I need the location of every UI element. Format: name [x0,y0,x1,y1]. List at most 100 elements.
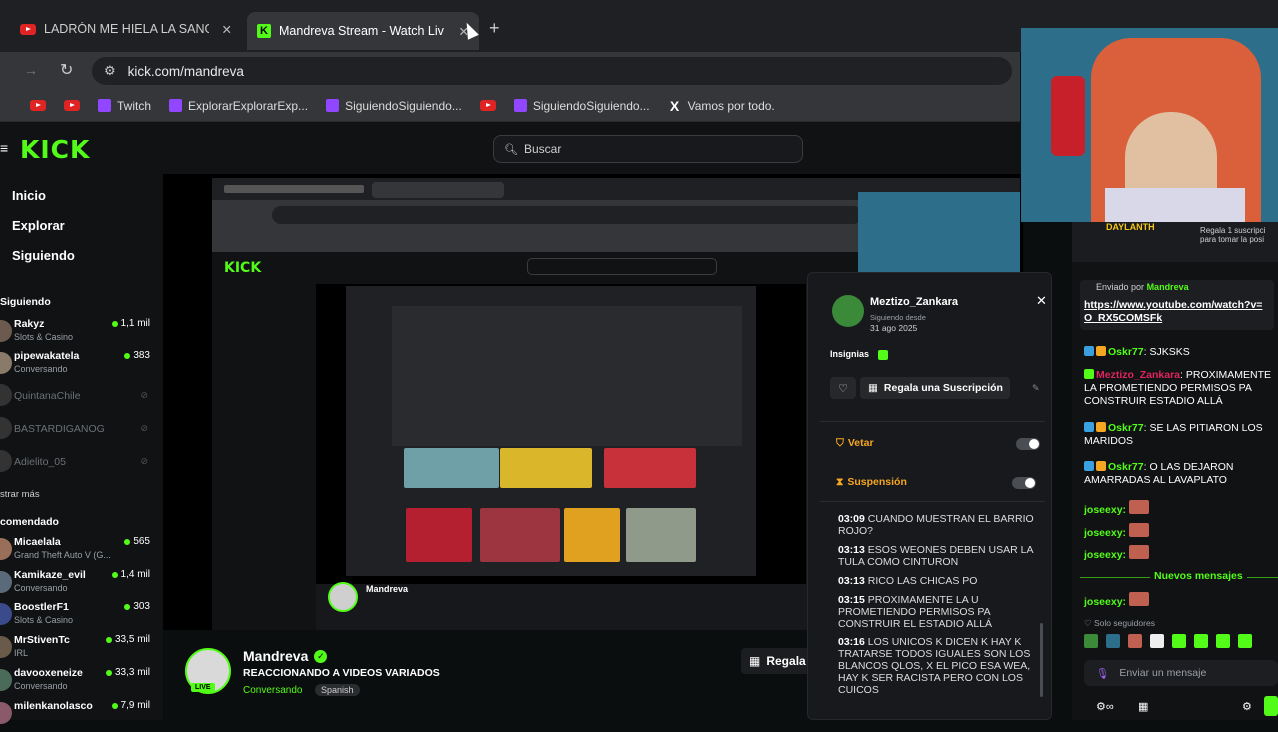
tab-label: LADRÓN ME HIELA LA SANGRE [44,22,209,36]
bookmarks-bar: Twitch ExplorarExplorarExp... SiguiendoS… [0,90,1020,122]
microphone [1051,76,1085,156]
close-icon[interactable]: ✕ [1036,293,1047,309]
stream-title: REACCIONANDO A VIDEOS VARIADOS [243,667,440,679]
sidebar-channel-offline[interactable]: QuintanaChile ⊘ [0,382,160,414]
car-thumbnail [406,508,472,562]
mod-icon[interactable]: ✎ [1032,383,1040,394]
nav-inicio[interactable]: Inicio [12,188,46,203]
nested-search [527,258,717,275]
emote-icon [1128,523,1149,537]
sidebar-channel-offline[interactable]: Adielito_05 ⊘ [0,448,160,480]
live-dot-icon [111,320,118,327]
live-badge: LIVE [191,683,215,692]
live-dot-icon [111,702,118,709]
emote-icon [1128,592,1149,606]
menu-icon[interactable]: ≡ [0,140,8,156]
points-icon[interactable]: ⚙∞ [1096,700,1114,713]
avatar [0,636,12,658]
vetar-toggle[interactable] [1016,438,1040,450]
scrollbar[interactable] [1040,623,1043,697]
kick-logo[interactable]: KICK [20,135,90,164]
suspension-toggle[interactable] [1012,477,1036,489]
offline-icon: ⊘ [140,390,148,400]
gift-icon[interactable]: ▦ [1138,700,1148,713]
youtube-bookmark-icon[interactable] [479,100,496,111]
heart-icon: ♡ [838,382,848,395]
stream-category[interactable]: Conversando [243,685,302,696]
sidebar-channel[interactable]: pipewakatela Conversando 383 [0,350,160,382]
bookmark-x[interactable]: X Vamos por todo. [668,97,775,114]
follow-heart-button[interactable]: ♡ [830,377,856,399]
divider [820,501,1045,502]
kick-header: ≡ KICK 🔍︎ Buscar [0,122,1020,174]
badge-icon [1096,461,1106,471]
tab-youtube[interactable]: LADRÓN ME HIELA LA SANGRE ✕ [10,14,242,44]
car-thumbnail [626,508,696,562]
avatar [0,571,12,593]
youtube-bookmark-icon[interactable] [30,100,46,111]
badge-icon [1084,346,1094,356]
nested-sidebar [212,284,316,630]
emote-icon [1194,634,1208,648]
chat-input[interactable]: 🎙︎ Enviar un mensaje [1084,660,1278,686]
badge-icon [1096,422,1106,432]
streamer-name[interactable]: Mandreva [243,648,308,664]
emote-bar[interactable] [1084,634,1278,652]
shield-icon: ⛉ [836,437,844,449]
live-dot-icon [105,636,112,643]
sidebar-channel[interactable]: davooxeneize Conversando 33,3 mil [0,667,160,699]
avatar [0,669,12,691]
jersey [1105,188,1245,222]
youtube-bookmark-icon[interactable] [64,100,80,111]
nav-explorar[interactable]: Explorar [12,218,65,233]
sidebar-channel[interactable]: BoostlerF1 Slots & Casino 303 [0,601,160,633]
car-thumbnail [604,448,696,488]
avatar [0,603,12,625]
badge-icon [878,350,888,360]
emote-icon [1128,634,1142,648]
sidebar-channel[interactable]: Rakyz Slots & Casino 1,1 mil [0,318,160,350]
nav-siguiendo[interactable]: Siguiendo [12,248,75,263]
vetar-row: ⛉ Vetar [836,437,874,449]
gift-subscription-button[interactable]: ▦ Regala una Suscripción [860,377,1010,399]
user-card-popup: Meztizo_Zankara Siguiendo desde 31 ago 2… [807,272,1052,720]
chat-message: Oskr77: SJKSKS [1084,346,1276,359]
emote-icon [1128,500,1149,514]
search-input[interactable]: 🔍︎ Buscar [493,135,803,163]
settings-icon[interactable]: ⚙ [1242,700,1252,713]
user-avatar [832,295,864,327]
twitch-icon [169,99,183,112]
tab-label: Mandreva Stream - Watch Live [279,24,444,38]
reload-icon[interactable]: ↻ [60,60,73,80]
badge-icon [1084,422,1094,432]
car-thumbnail [564,508,620,562]
close-icon[interactable]: ✕ [222,22,232,37]
show-more-link[interactable]: strar más [0,489,40,500]
x-icon: X [669,97,680,114]
pinned-link[interactable]: https://www.youtube.com/watch?v=O_RX5COM… [1084,299,1270,325]
sidebar-channel[interactable]: Micaelala Grand Theft Auto V (G... 565 [0,536,160,568]
bookmark-siguiendo-2[interactable]: SiguiendoSiguiendo... [513,99,650,113]
send-button[interactable] [1264,696,1278,716]
site-settings-icon[interactable]: ⚙ [104,63,116,79]
sidebar-channel[interactable]: milenkanolasco 7,9 mil [0,700,160,732]
avatar [0,352,12,374]
bookmark-explorar[interactable]: ExplorarExplorarExp... [169,99,308,113]
bookmark-twitch[interactable]: Twitch [98,99,151,113]
forward-icon[interactable]: → [24,62,38,78]
sidebar-channel[interactable]: MrStivenTc IRL 33,5 mil [0,634,160,666]
address-bar[interactable]: ⚙ kick.com/mandreva [92,57,1012,85]
sidebar-channel-offline[interactable]: BASTARDIGANOG ⊘ [0,415,160,447]
tab-kick[interactable]: K Mandreva Stream - Watch Live ✕ [247,12,479,50]
car-thumbnail [404,448,499,488]
bookmark-siguiendo[interactable]: SiguiendoSiguiendo... [326,99,462,113]
sidebar-channel[interactable]: Kamikaze_evil Conversando 1,4 mil [0,569,160,601]
user-name[interactable]: Meztizo_Zankara [870,296,958,308]
divider [820,421,1045,422]
new-messages-label[interactable]: Nuevos mensajes [1150,570,1247,582]
stream-tag[interactable]: Spanish [315,684,360,696]
chat-message: Meztizo_Zankara: PROXIMAMENTE LA PROMETI… [1084,369,1272,407]
offline-icon: ⊘ [140,456,148,466]
chat-emote-message: joseexy: [1084,500,1276,517]
new-tab-icon[interactable]: + [489,18,500,39]
